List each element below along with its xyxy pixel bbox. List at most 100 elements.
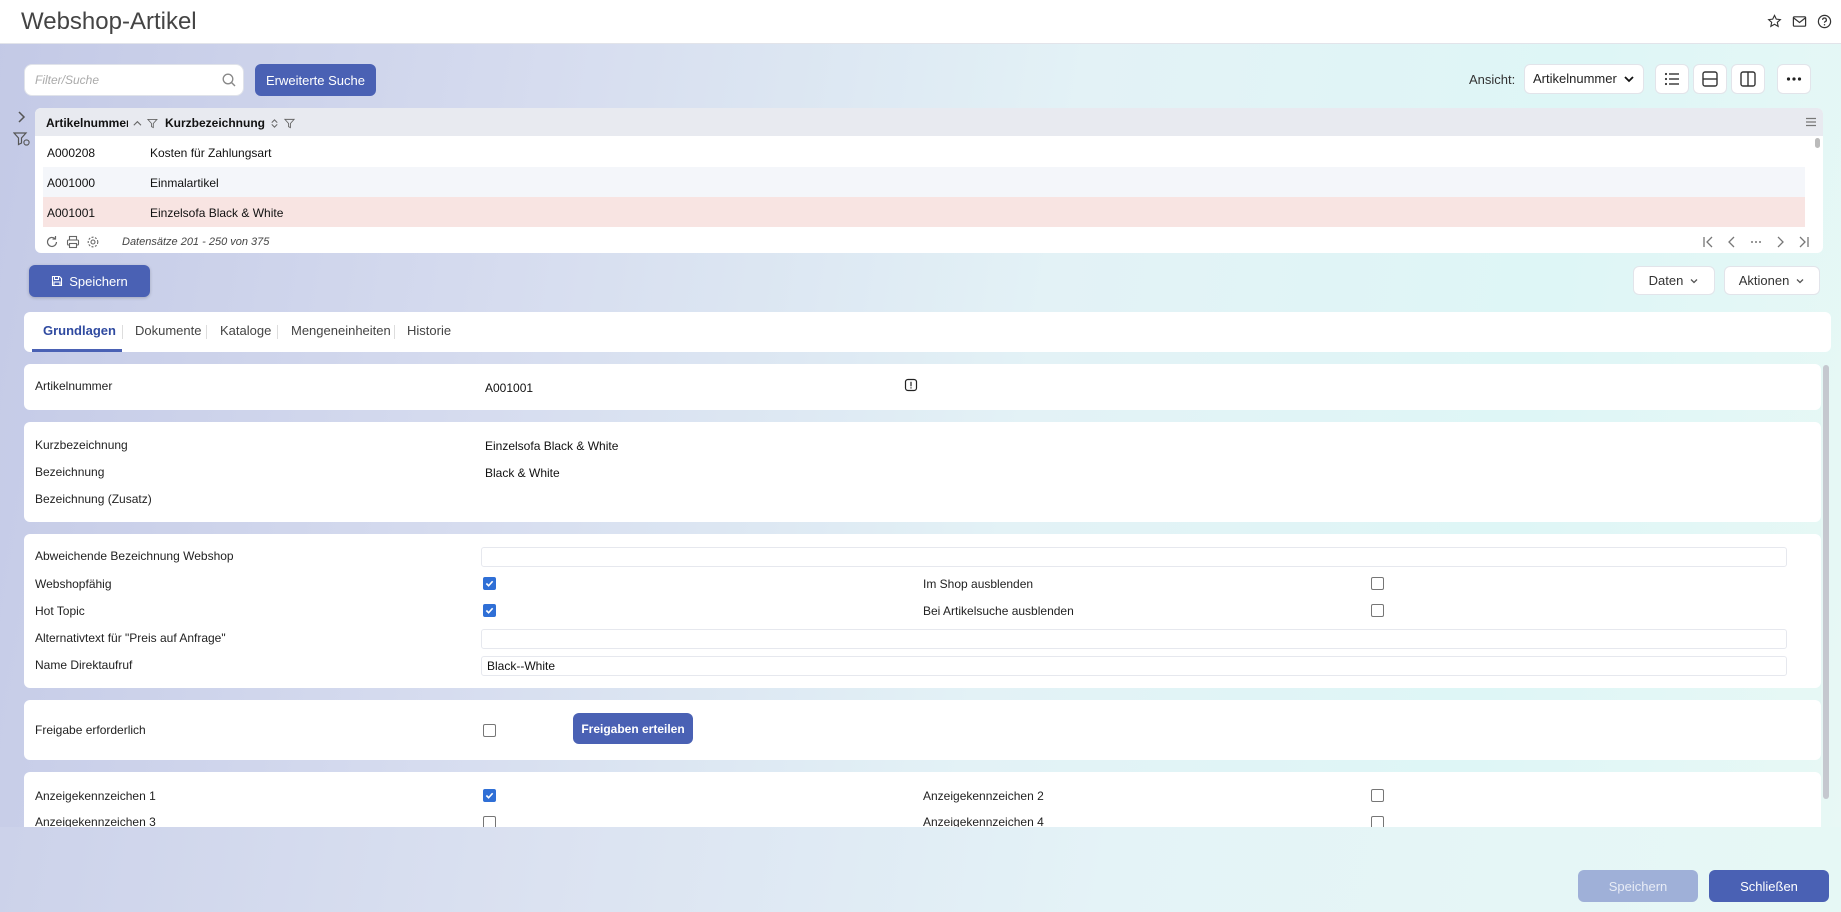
more-horizontal-icon — [1786, 77, 1802, 81]
cell-artikelnummer: A001001 — [47, 206, 96, 220]
name-direktaufruf-field[interactable]: Black--White — [481, 656, 1787, 676]
im-shop-ausblenden-label: Im Shop ausblenden — [923, 577, 1034, 591]
cell-kurzbezeichnung: Einzelsofa Black & White — [150, 206, 284, 220]
print-icon[interactable] — [66, 235, 80, 249]
tab-mengeneinheiten[interactable]: Mengeneinheiten — [291, 323, 391, 338]
cell-artikelnummer: A000208 — [47, 146, 96, 160]
previous-page-icon[interactable] — [1725, 235, 1739, 249]
sort-asc-icon[interactable] — [132, 118, 143, 129]
save-button[interactable]: Speichern — [29, 265, 150, 297]
panel-webshop: Abweichende Bezeichnung Webshop Webshopf… — [24, 534, 1821, 688]
close-button[interactable]: Schließen — [1709, 870, 1829, 902]
sort-icon[interactable] — [269, 118, 280, 129]
form-bottom-mask — [0, 827, 1841, 912]
webshopfaehig-checkbox[interactable] — [483, 577, 496, 590]
hot-topic-checkbox[interactable] — [483, 604, 496, 617]
list-icon — [1664, 72, 1679, 86]
tab-historie[interactable]: Historie — [407, 323, 451, 338]
star-icon[interactable] — [1765, 12, 1783, 30]
chevron-down-icon — [1624, 76, 1634, 83]
tab-dokumente[interactable]: Dokumente — [135, 323, 201, 338]
split-horizontal-icon — [1702, 71, 1718, 87]
more-pages-icon[interactable] — [1749, 235, 1763, 249]
hamburger-menu-icon[interactable] — [1805, 116, 1817, 128]
tab-kataloge[interactable]: Kataloge — [220, 323, 271, 338]
anzeigekennzeichen-2-checkbox[interactable] — [1371, 789, 1384, 802]
name-direktaufruf-label: Name Direktaufruf — [35, 658, 133, 672]
grid-scrollbar[interactable] — [1815, 138, 1820, 148]
tab-grundlagen[interactable]: Grundlagen — [43, 323, 116, 338]
artikelnummer-value: A001001 — [485, 381, 534, 395]
floppy-disk-icon — [52, 275, 63, 287]
cell-kurzbezeichnung: Kosten für Zahlungsart — [150, 146, 272, 160]
table-row-selected[interactable]: A001001 Einzelsofa Black & White — [43, 197, 1805, 227]
advanced-search-button[interactable]: Erweiterte Suche — [255, 64, 376, 96]
freigaben-erteilen-button[interactable]: Freigaben erteilen — [573, 713, 693, 744]
anzeigekennzeichen-2-label: Anzeigekennzeichen 2 — [923, 789, 1044, 803]
table-row[interactable]: A000208 Kosten für Zahlungsart — [43, 137, 1805, 167]
artikelsuche-ausblenden-label: Bei Artikelsuche ausblenden — [923, 604, 1074, 618]
pager — [1701, 235, 1811, 249]
freigabe-checkbox[interactable] — [483, 724, 496, 737]
panel-freigabe: Freigabe erforderlich Freigaben erteilen — [24, 700, 1821, 760]
last-page-icon[interactable] — [1797, 235, 1811, 249]
view-select-value: Artikelnummer — [1533, 71, 1617, 86]
search-icon[interactable] — [221, 72, 237, 88]
search-input[interactable] — [35, 65, 215, 95]
footer-save-button[interactable]: Speichern — [1578, 870, 1698, 902]
checkmark-icon — [485, 607, 494, 614]
save-button-label: Speichern — [69, 273, 128, 289]
anzeigekennzeichen-1-checkbox[interactable] — [483, 789, 496, 802]
filter-icon[interactable] — [147, 118, 158, 129]
kurzbezeichnung-value: Einzelsofa Black & White — [485, 439, 619, 453]
bezeichnung-value: Black & White — [485, 466, 560, 480]
actions-menu-button[interactable]: Aktionen — [1724, 266, 1820, 295]
checkmark-icon — [485, 792, 494, 799]
column-header-label: Kurzbezeichnung — [165, 116, 266, 130]
column-header-artikelnummer[interactable]: Artikelnummer — [46, 116, 158, 130]
search-box[interactable] — [24, 64, 244, 96]
alternativtext-field[interactable] — [481, 629, 1787, 649]
view-select[interactable]: Artikelnummer — [1524, 64, 1644, 94]
filter-icon[interactable] — [284, 118, 296, 129]
hot-topic-label: Hot Topic — [35, 604, 85, 618]
data-menu-label: Daten — [1648, 273, 1684, 288]
split-horizontal-button[interactable] — [1693, 64, 1727, 94]
cell-kurzbezeichnung: Einmalartikel — [150, 176, 219, 190]
table-row[interactable]: A001000 Einmalartikel — [43, 167, 1805, 197]
panel-anzeigekennzeichen: Anzeigekennzeichen 1 Anzeigekennzeichen … — [24, 772, 1821, 829]
split-vertical-button[interactable] — [1731, 64, 1765, 94]
alert-icon[interactable] — [904, 378, 918, 392]
filter-settings-icon[interactable] — [13, 131, 31, 147]
first-page-icon[interactable] — [1701, 235, 1715, 249]
artikelnummer-label: Artikelnummer — [35, 379, 113, 393]
tab-divider — [394, 325, 395, 339]
grid-header: Artikelnummer Kurzbezeichnung — [35, 108, 1823, 136]
view-label: Ansicht: — [1469, 72, 1516, 87]
artikelsuche-ausblenden-checkbox[interactable] — [1371, 604, 1384, 617]
abweichende-bezeichnung-field[interactable] — [481, 547, 1787, 567]
refresh-icon[interactable] — [45, 235, 59, 249]
next-page-icon[interactable] — [1773, 235, 1787, 249]
chevron-right-icon[interactable] — [14, 110, 28, 124]
tab-divider — [277, 325, 278, 339]
split-vertical-icon — [1740, 71, 1756, 87]
data-menu-button[interactable]: Daten — [1633, 266, 1715, 295]
list-view-button[interactable] — [1655, 64, 1689, 94]
help-icon[interactable] — [1815, 12, 1833, 30]
actions-menu-label: Aktionen — [1738, 273, 1790, 288]
form-scrollbar[interactable] — [1823, 365, 1829, 799]
tab-divider — [122, 325, 123, 339]
mail-icon[interactable] — [1790, 12, 1808, 30]
anzeigekennzeichen-1-label: Anzeigekennzeichen 1 — [35, 789, 156, 803]
list-toolbar: Erweiterte Suche Ansicht: Artikelnummer — [24, 64, 1822, 96]
more-options-button[interactable] — [1777, 64, 1811, 94]
gear-icon[interactable] — [86, 235, 100, 249]
column-header-kurzbezeichnung[interactable]: Kurzbezeichnung — [165, 116, 296, 130]
im-shop-ausblenden-checkbox[interactable] — [1371, 577, 1384, 590]
checkmark-icon — [485, 580, 494, 587]
webshopfaehig-label: Webshopfähig — [35, 577, 112, 591]
grid-footer: Datensätze 201 - 250 von 375 — [35, 232, 1823, 252]
alternativtext-label: Alternativtext für "Preis auf Anfrage" — [35, 631, 226, 645]
active-tab-indicator — [32, 349, 122, 352]
